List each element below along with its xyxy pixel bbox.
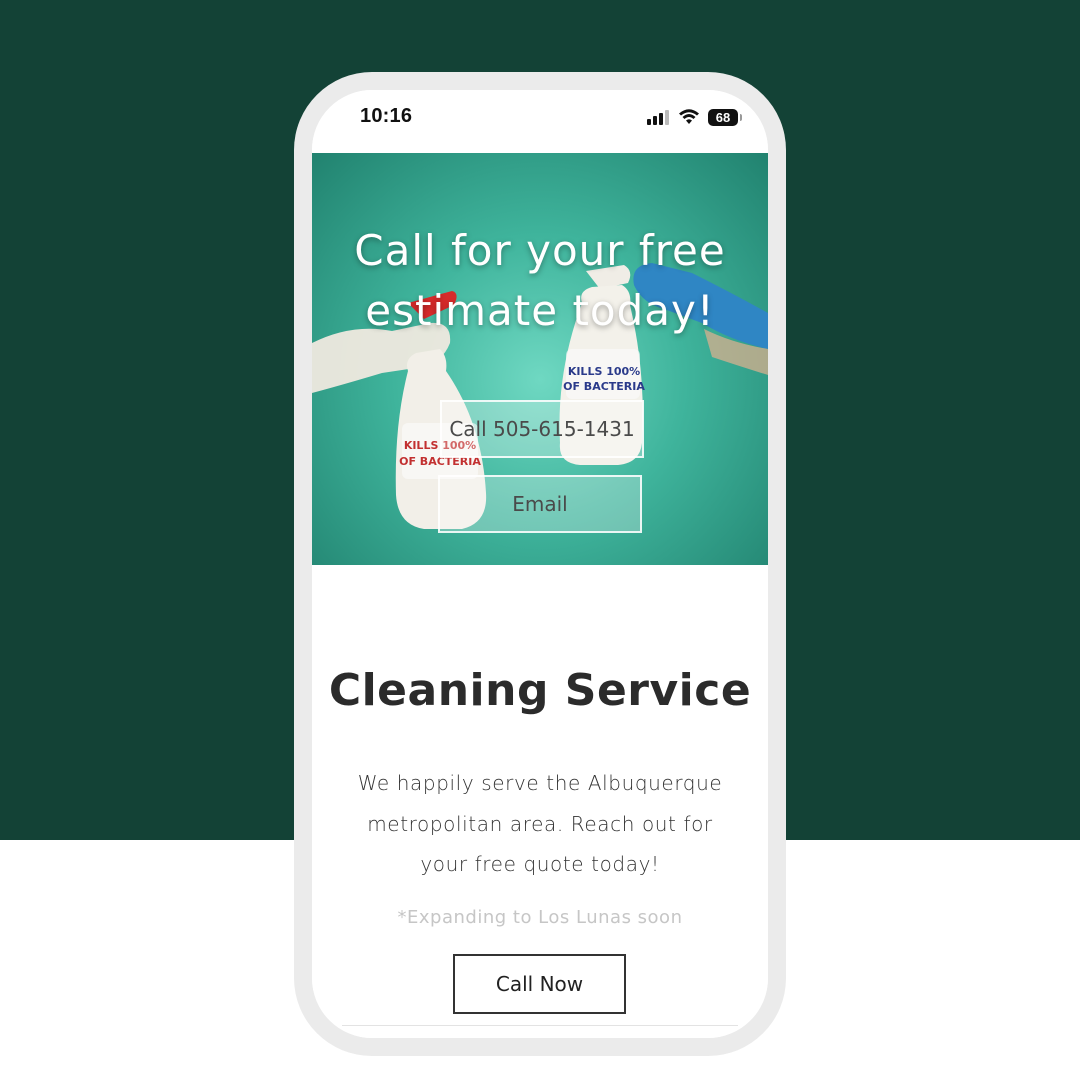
phone-screen: 10:16 68 KILLS 100% OF BACTERIA KILLS 10… [312, 90, 768, 1038]
section-body: We happily serve the Albuquerque metropo… [357, 771, 723, 876]
section-title: Cleaning Service [328, 665, 752, 716]
divider [342, 1025, 738, 1026]
status-icons: 68 [646, 107, 742, 127]
wifi-icon [679, 109, 699, 124]
battery-icon: 68 [708, 108, 742, 126]
email-button[interactable]: Email [438, 475, 642, 533]
hero-title: Call for your free estimate today! [354, 226, 726, 335]
svg-text:OF BACTERIA: OF BACTERIA [563, 380, 645, 393]
call-now-button[interactable]: Call Now [453, 954, 626, 1014]
status-time: 10:16 [360, 105, 413, 127]
signal-icon [647, 110, 669, 125]
phone-frame: 10:16 68 KILLS 100% OF BACTERIA KILLS 10… [294, 72, 786, 1056]
status-bar: 10:16 68 [312, 90, 768, 153]
expansion-note: *Expanding to Los Lunas soon [397, 907, 683, 928]
canvas: 10:16 68 KILLS 100% OF BACTERIA KILLS 10… [0, 0, 1080, 1080]
call-phone-button[interactable]: Call 505-615-1431 [440, 400, 644, 458]
hero-banner: KILLS 100% OF BACTERIA KILLS 100% OF BAC… [312, 153, 768, 565]
content-section: Cleaning Service We happily serve the Al… [312, 565, 768, 1038]
right-bottle-label: KILLS 100% [568, 365, 640, 378]
